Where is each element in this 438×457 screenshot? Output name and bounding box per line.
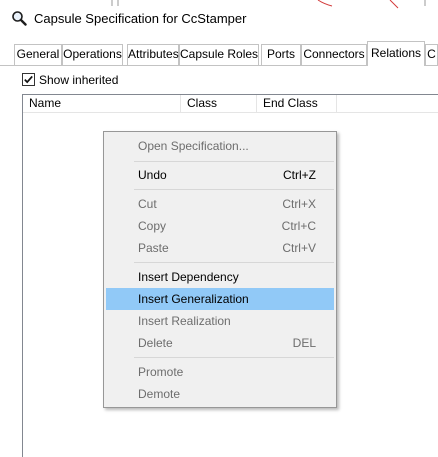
- list-header: Name Class End Class: [23, 95, 438, 113]
- tab-operations[interactable]: Operations: [62, 44, 123, 65]
- column-header-class[interactable]: Class: [181, 95, 257, 112]
- show-inherited-label: Show inherited: [39, 73, 119, 87]
- menu-separator: [134, 189, 334, 190]
- tab-ports[interactable]: Ports: [261, 44, 301, 65]
- tab-connectors[interactable]: Connectors: [301, 44, 367, 65]
- menu-separator: [134, 161, 334, 162]
- tab-relations[interactable]: Relations: [367, 41, 425, 66]
- specification-window: Capsule Specification for CcStamper Gene…: [0, 0, 438, 457]
- menu-item-paste[interactable]: Paste Ctrl+V: [106, 237, 334, 259]
- column-header-name[interactable]: Name: [23, 95, 181, 112]
- tab-strip: General Operations Attributes Capsule Ro…: [0, 38, 438, 66]
- menu-item-undo[interactable]: Undo Ctrl+Z: [106, 164, 334, 186]
- checkmark-icon: [24, 75, 33, 84]
- menu-separator: [134, 357, 334, 358]
- menu-item-cut[interactable]: Cut Ctrl+X: [106, 193, 334, 215]
- menu-item-insert-dependency[interactable]: Insert Dependency: [106, 266, 334, 288]
- menu-item-open-specification[interactable]: Open Specification...: [106, 135, 334, 157]
- show-inherited-checkbox[interactable]: [22, 73, 35, 86]
- magnifier-icon: [12, 11, 27, 26]
- menu-separator: [134, 262, 334, 263]
- menu-item-insert-generalization[interactable]: Insert Generalization: [106, 288, 334, 310]
- tab-capsule-roles[interactable]: Capsule Roles: [179, 44, 259, 65]
- tab-general[interactable]: General: [14, 44, 62, 65]
- window-title: Capsule Specification for CcStamper: [34, 11, 247, 26]
- context-menu: Open Specification... Undo Ctrl+Z Cut Ct…: [103, 131, 337, 408]
- menu-item-copy[interactable]: Copy Ctrl+C: [106, 215, 334, 237]
- menu-item-insert-realization[interactable]: Insert Realization: [106, 310, 334, 332]
- menu-item-delete[interactable]: Delete DEL: [106, 332, 334, 354]
- menu-item-demote[interactable]: Demote: [106, 383, 334, 405]
- menu-item-promote[interactable]: Promote: [106, 361, 334, 383]
- title-bar[interactable]: Capsule Specification for CcStamper: [0, 0, 438, 38]
- column-header-end-class[interactable]: End Class: [257, 95, 337, 112]
- tab-attributes[interactable]: Attributes: [127, 44, 179, 65]
- tab-overflow[interactable]: C: [425, 44, 438, 65]
